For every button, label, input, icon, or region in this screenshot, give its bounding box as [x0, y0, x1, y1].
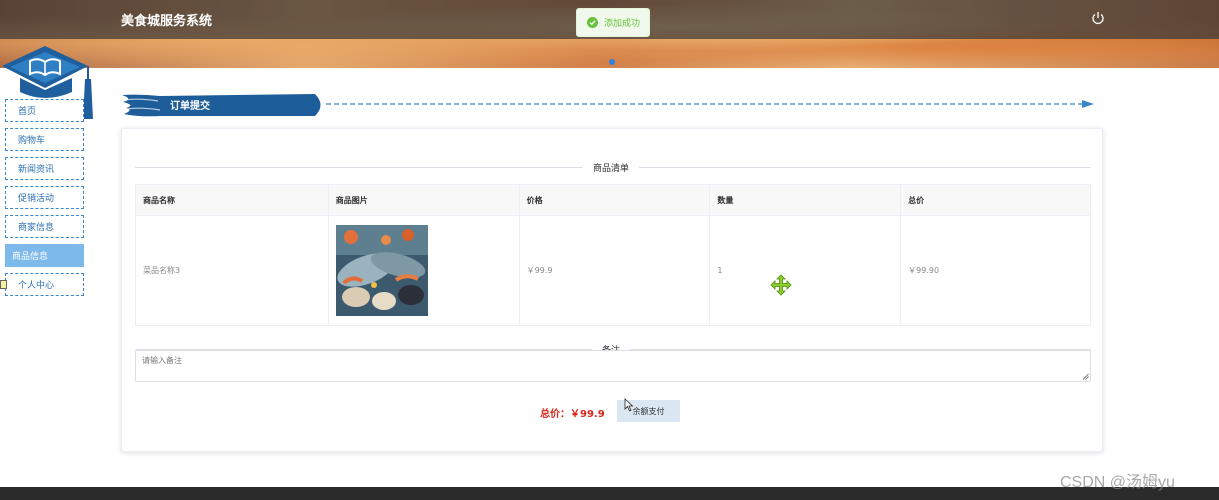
sidebar-item-profile[interactable]: 个人中心	[5, 273, 84, 296]
sidebar-item-label: 商品信息	[12, 252, 49, 262]
toast-message: 添加成功	[604, 19, 641, 29]
column-header: 总价	[900, 184, 1091, 216]
sidebar-item-merchants[interactable]: 商家信息	[5, 215, 84, 238]
product-total: ￥99.90	[900, 215, 1091, 326]
section-title: 订单提交	[170, 101, 210, 112]
section-title-banner	[122, 94, 1094, 117]
sidebar-item-label: 促销活动	[18, 194, 55, 204]
table-header-row: 商品名称 商品图片 价格 数量 总价	[135, 184, 1091, 216]
remark-input[interactable]	[135, 350, 1091, 382]
check-circle-icon	[587, 17, 598, 28]
column-header: 商品名称	[135, 184, 329, 216]
product-name: 菜品名称3	[135, 215, 329, 326]
column-header: 价格	[518, 184, 711, 216]
watermark: CSDN @汤姆yu	[1060, 474, 1175, 491]
sidebar-item-news[interactable]: 新闻资讯	[5, 157, 84, 180]
order-total: 总价：￥99.9	[540, 409, 605, 420]
power-icon[interactable]	[1091, 11, 1105, 25]
column-header: 数量	[709, 184, 902, 216]
move-cursor-icon	[770, 274, 792, 296]
sidebar-item-home[interactable]: 首页	[5, 99, 84, 122]
seafood-image	[335, 225, 428, 316]
sidebar-item-products[interactable]: 商品信息	[5, 244, 84, 267]
goods-divider-label: 商品清单	[583, 161, 640, 174]
sidebar-marker	[0, 280, 7, 289]
sidebar-nav: 首页 购物车 新闻资讯 促销活动 商家信息 商品信息 个人中心	[5, 99, 84, 302]
sidebar-item-label: 新闻资讯	[18, 165, 55, 175]
resize-grip-icon[interactable]	[1082, 373, 1089, 380]
product-price: ￥99.9	[518, 215, 711, 326]
success-toast: 添加成功	[576, 8, 650, 37]
product-image-cell	[327, 215, 520, 326]
order-card: 商品清单 商品名称 商品图片 价格 数量 总价 菜品名称3 ￥99.9 1 ￥9…	[121, 128, 1103, 452]
sidebar-item-label: 个人中心	[18, 281, 55, 291]
sidebar-item-label: 购物车	[18, 136, 46, 146]
column-header: 商品图片	[327, 184, 520, 216]
sidebar-item-label: 商家信息	[18, 223, 55, 233]
table-row: 菜品名称3 ￥99.9 1 ￥99.90	[135, 215, 1091, 326]
footer-bar	[0, 487, 1219, 500]
sidebar-item-cart[interactable]: 购物车	[5, 128, 84, 151]
carousel-indicator[interactable]	[609, 59, 615, 65]
site-title: 美食城服务系统	[121, 14, 213, 29]
pointer-cursor-icon	[624, 398, 634, 412]
product-quantity: 1	[709, 215, 902, 326]
sidebar-item-promotions[interactable]: 促销活动	[5, 186, 84, 209]
sidebar-item-label: 首页	[18, 107, 37, 117]
goods-table: 商品名称 商品图片 价格 数量 总价 菜品名称3 ￥99.9 1 ￥99.90	[135, 184, 1091, 326]
